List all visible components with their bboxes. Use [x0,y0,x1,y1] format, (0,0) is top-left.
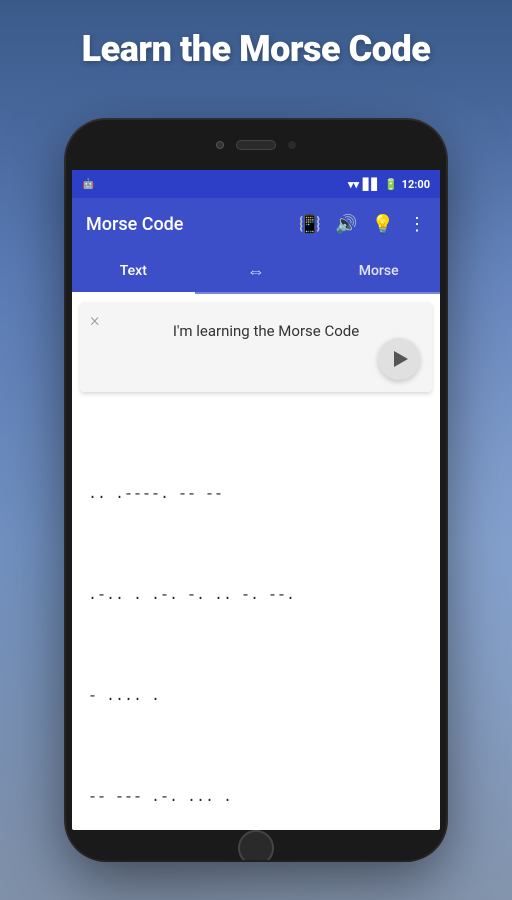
phone-screen: 🤖 ▾▾ ▋▋ 🔋 12:00 Morse Code 📳 🔊 💡 ⋮ Text [72,170,440,830]
phone-shell: 🤖 ▾▾ ▋▋ 🔋 12:00 Morse Code 📳 🔊 💡 ⋮ Text [66,120,446,860]
morse-output: .. .----. -- -- .-.. . .-. -. .. -. --. … [72,400,440,830]
play-icon [394,351,408,367]
tab-arrow-icon: ⇔ [247,261,265,282]
phone-camera [216,141,224,149]
phone-sensor [288,141,296,149]
battery-icon: 🔋 [384,178,398,191]
more-icon[interactable]: ⋮ [408,214,426,235]
volume-icon[interactable]: 🔊 [335,214,357,235]
home-button[interactable] [238,830,274,860]
morse-line-4: -- --- .-. ... . [88,781,424,814]
tab-bar: Text ⇔ Morse [72,250,440,294]
page-title: Learn the Morse Code [0,28,512,70]
app-bar: Morse Code 📳 🔊 💡 ⋮ [72,198,440,250]
android-icon: 🤖 [82,179,94,190]
close-button[interactable]: × [90,310,99,331]
morse-line-3: - .... . [88,680,424,713]
phone-speaker [236,140,276,150]
phone-top-bar [66,120,446,170]
morse-line-2: .-.. . .-. -. .. -. --. [88,579,424,612]
wifi-icon: ▾▾ [348,178,359,191]
tab-morse[interactable]: Morse [317,250,440,292]
morse-line-1: .. .----. -- -- [88,478,424,511]
tab-arrow[interactable]: ⇔ [195,250,318,292]
status-bar: 🤖 ▾▾ ▋▋ 🔋 12:00 [72,170,440,198]
signal-icon: ▋▋ [363,178,380,191]
vibrate-icon[interactable]: 📳 [299,214,321,235]
tab-text-label: Text [120,263,147,279]
tab-morse-label: Morse [359,263,399,279]
input-text[interactable]: I'm learning the Morse Code [92,312,420,351]
time-display: 12:00 [402,178,430,191]
input-card: × I'm learning the Morse Code [80,302,432,392]
status-left: 🤖 [82,179,94,190]
play-button[interactable] [378,338,420,380]
app-title: Morse Code [86,214,287,235]
tab-text[interactable]: Text [72,250,195,294]
status-right: ▾▾ ▋▋ 🔋 12:00 [348,178,430,191]
bulb-icon[interactable]: 💡 [372,214,394,235]
phone-bottom-bar [66,830,446,860]
app-bar-icons: 📳 🔊 💡 ⋮ [299,214,426,235]
